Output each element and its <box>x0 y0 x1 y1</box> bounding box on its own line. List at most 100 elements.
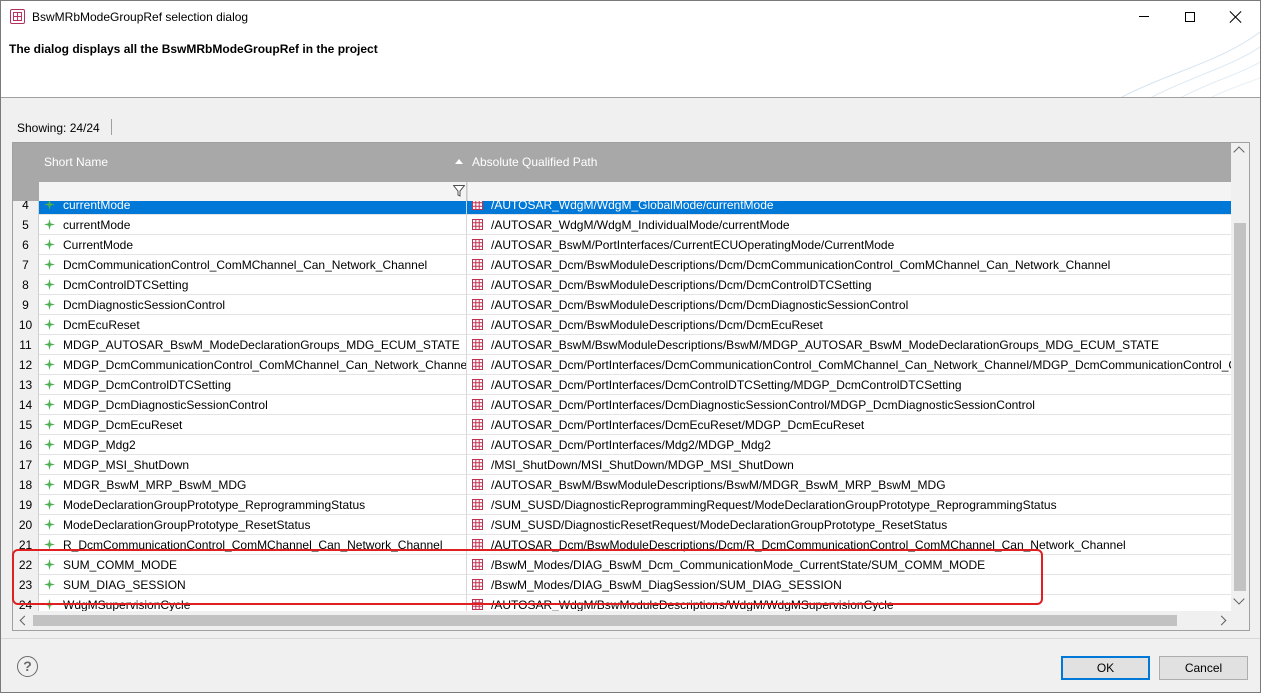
table-row[interactable]: 6 CurrentMode/AUTOSAR_BswM/PortInterfaces… <box>13 235 1231 255</box>
row-number: 21 <box>13 535 39 555</box>
path-cell: /AUTOSAR_Dcm/PortInterfaces/Mdg2/MDGP_Md… <box>491 438 771 452</box>
ok-button[interactable]: OK <box>1061 656 1150 680</box>
table-row[interactable]: 21 R_DcmCommunicationControl_ComMChannel_… <box>13 535 1231 555</box>
help-button[interactable]: ? <box>17 656 38 677</box>
package-icon <box>472 519 483 530</box>
package-icon <box>472 299 483 310</box>
short-name-cell: SUM_DIAG_SESSION <box>63 578 186 592</box>
short-name-cell: SUM_COMM_MODE <box>63 558 178 572</box>
short-name-cell: DcmDiagnosticSessionControl <box>63 298 226 312</box>
column-divider <box>466 315 467 335</box>
table-row[interactable]: 7 DcmCommunicationControl_ComMChannel_Can… <box>13 255 1231 275</box>
scroll-down-icon[interactable] <box>1233 593 1245 605</box>
mode-group-icon <box>44 519 55 530</box>
table-row[interactable]: 10 DcmEcuReset/AUTOSAR_Dcm/BswModuleDescr… <box>13 315 1231 335</box>
mode-group-icon <box>44 419 55 430</box>
filter-icon[interactable] <box>453 185 465 197</box>
scroll-up-icon[interactable] <box>1233 146 1245 158</box>
short-name-filter-field[interactable] <box>39 182 467 201</box>
column-divider <box>466 455 467 475</box>
package-icon <box>472 499 483 510</box>
column-divider <box>466 575 467 595</box>
header-decoration-icon <box>1120 32 1260 97</box>
path-cell: /AUTOSAR_WdgM/WdgM_GlobalMode/currentMod… <box>491 201 774 212</box>
mode-group-icon <box>44 579 55 590</box>
mode-group-icon <box>44 201 55 210</box>
vertical-scroll-thumb[interactable] <box>1234 223 1246 591</box>
table-row[interactable]: 16 MDGP_Mdg2/AUTOSAR_Dcm/PortInterfaces/M… <box>13 435 1231 455</box>
table-row[interactable]: 18 MDGR_BswM_MRP_BswM_MDG/AUTOSAR_BswM/Bs… <box>13 475 1231 495</box>
path-cell: /AUTOSAR_Dcm/BswModuleDescriptions/Dcm/D… <box>491 298 909 312</box>
column-divider <box>466 555 467 575</box>
row-number: 24 <box>13 595 39 611</box>
path-cell: /AUTOSAR_Dcm/PortInterfaces/DcmCommunica… <box>491 358 1231 372</box>
package-icon <box>472 359 483 370</box>
mode-group-icon <box>44 439 55 450</box>
column-divider <box>466 255 467 275</box>
maximize-button[interactable] <box>1167 1 1213 32</box>
table-row[interactable]: 14 MDGP_DcmDiagnosticSessionControl/AUTOS… <box>13 395 1231 415</box>
minimize-button[interactable] <box>1121 1 1167 32</box>
path-cell: /AUTOSAR_Dcm/PortInterfaces/DcmControlDT… <box>491 378 962 392</box>
table-row[interactable]: 5 currentMode/AUTOSAR_WdgM/WdgM_Individua… <box>13 215 1231 235</box>
package-icon <box>472 319 483 330</box>
column-divider <box>466 415 467 435</box>
column-divider <box>466 495 467 515</box>
table-row[interactable]: 19 ModeDeclarationGroupPrototype_Reprogra… <box>13 495 1231 515</box>
table-row[interactable]: 17 MDGP_MSI_ShutDown/MSI_ShutDown/MSI_Shu… <box>13 455 1231 475</box>
vertical-scrollbar[interactable] <box>1231 143 1249 611</box>
short-name-cell: DcmControlDTCSetting <box>63 278 189 292</box>
table-row[interactable]: 15 MDGP_DcmEcuReset/AUTOSAR_Dcm/PortInter… <box>13 415 1231 435</box>
selection-dialog: BswMRbModeGroupRef selection dialog The … <box>0 0 1261 693</box>
cancel-button[interactable]: Cancel <box>1159 656 1248 680</box>
app-grid-icon <box>10 9 25 24</box>
window-title: BswMRbModeGroupRef selection dialog <box>32 10 249 24</box>
table-row[interactable]: 12 MDGP_DcmCommunicationControl_ComMChann… <box>13 355 1231 375</box>
row-number: 19 <box>13 495 39 515</box>
footer-separator <box>1 638 1260 639</box>
mode-group-icon <box>44 459 55 470</box>
column-divider <box>466 201 467 215</box>
table-row[interactable]: 24 WdgMSupervisionCycle/AUTOSAR_WdgM/BswM… <box>13 595 1231 611</box>
row-number: 4 <box>13 201 39 215</box>
short-name-cell: MDGR_BswM_MRP_BswM_MDG <box>63 478 247 492</box>
scroll-left-icon[interactable] <box>19 615 30 626</box>
mode-group-icon <box>44 239 55 250</box>
column-header-short-name[interactable]: Short Name <box>44 143 464 182</box>
path-cell: /AUTOSAR_BswM/PortInterfaces/CurrentECUO… <box>491 238 895 252</box>
table-row[interactable]: 13 MDGP_DcmControlDTCSetting/AUTOSAR_Dcm/… <box>13 375 1231 395</box>
mode-group-icon <box>44 599 55 610</box>
short-name-cell: WdgMSupervisionCycle <box>63 598 191 611</box>
path-cell: /AUTOSAR_Dcm/PortInterfaces/DcmEcuReset/… <box>491 418 865 432</box>
mode-group-icon <box>44 399 55 410</box>
row-number: 13 <box>13 375 39 395</box>
short-name-cell: MDGP_DcmEcuReset <box>63 418 183 432</box>
row-number: 10 <box>13 315 39 335</box>
path-cell: /AUTOSAR_Dcm/BswModuleDescriptions/Dcm/D… <box>491 258 1111 272</box>
table-row[interactable]: 20 ModeDeclarationGroupPrototype_ResetSta… <box>13 515 1231 535</box>
mode-group-icon <box>44 359 55 370</box>
short-name-cell: MDGP_DcmDiagnosticSessionControl <box>63 398 268 412</box>
column-divider <box>466 335 467 355</box>
mode-group-icon <box>44 539 55 550</box>
path-filter-field[interactable] <box>468 182 1231 201</box>
table-row[interactable]: 11 MDGP_AUTOSAR_BswM_ModeDeclarationGroup… <box>13 335 1231 355</box>
results-table: Short Name Absolute Qualified Path 4 curr… <box>12 142 1250 631</box>
horizontal-scrollbar[interactable] <box>13 611 1249 630</box>
column-divider <box>466 475 467 495</box>
table-row[interactable]: 22 SUM_COMM_MODE/BswM_Modes/DIAG_BswM_Dcm… <box>13 555 1231 575</box>
row-number: 16 <box>13 435 39 455</box>
package-icon <box>472 419 483 430</box>
close-button[interactable] <box>1213 1 1259 32</box>
table-row[interactable]: 4 currentMode/AUTOSAR_WdgM/WdgM_GlobalMod… <box>13 201 1231 215</box>
table-row[interactable]: 9 DcmDiagnosticSessionControl/AUTOSAR_Dcm… <box>13 295 1231 315</box>
table-row[interactable]: 8 DcmControlDTCSetting/AUTOSAR_Dcm/BswMod… <box>13 275 1231 295</box>
mode-group-icon <box>44 379 55 390</box>
horizontal-scroll-thumb[interactable] <box>33 615 1177 626</box>
path-cell: /MSI_ShutDown/MSI_ShutDown/MDGP_MSI_Shut… <box>491 458 794 472</box>
column-header-path[interactable]: Absolute Qualified Path <box>472 143 1232 182</box>
short-name-cell: currentMode <box>63 218 131 232</box>
scroll-right-icon[interactable] <box>1216 615 1227 626</box>
package-icon <box>472 219 483 230</box>
table-row[interactable]: 23 SUM_DIAG_SESSION/BswM_Modes/DIAG_BswM_… <box>13 575 1231 595</box>
